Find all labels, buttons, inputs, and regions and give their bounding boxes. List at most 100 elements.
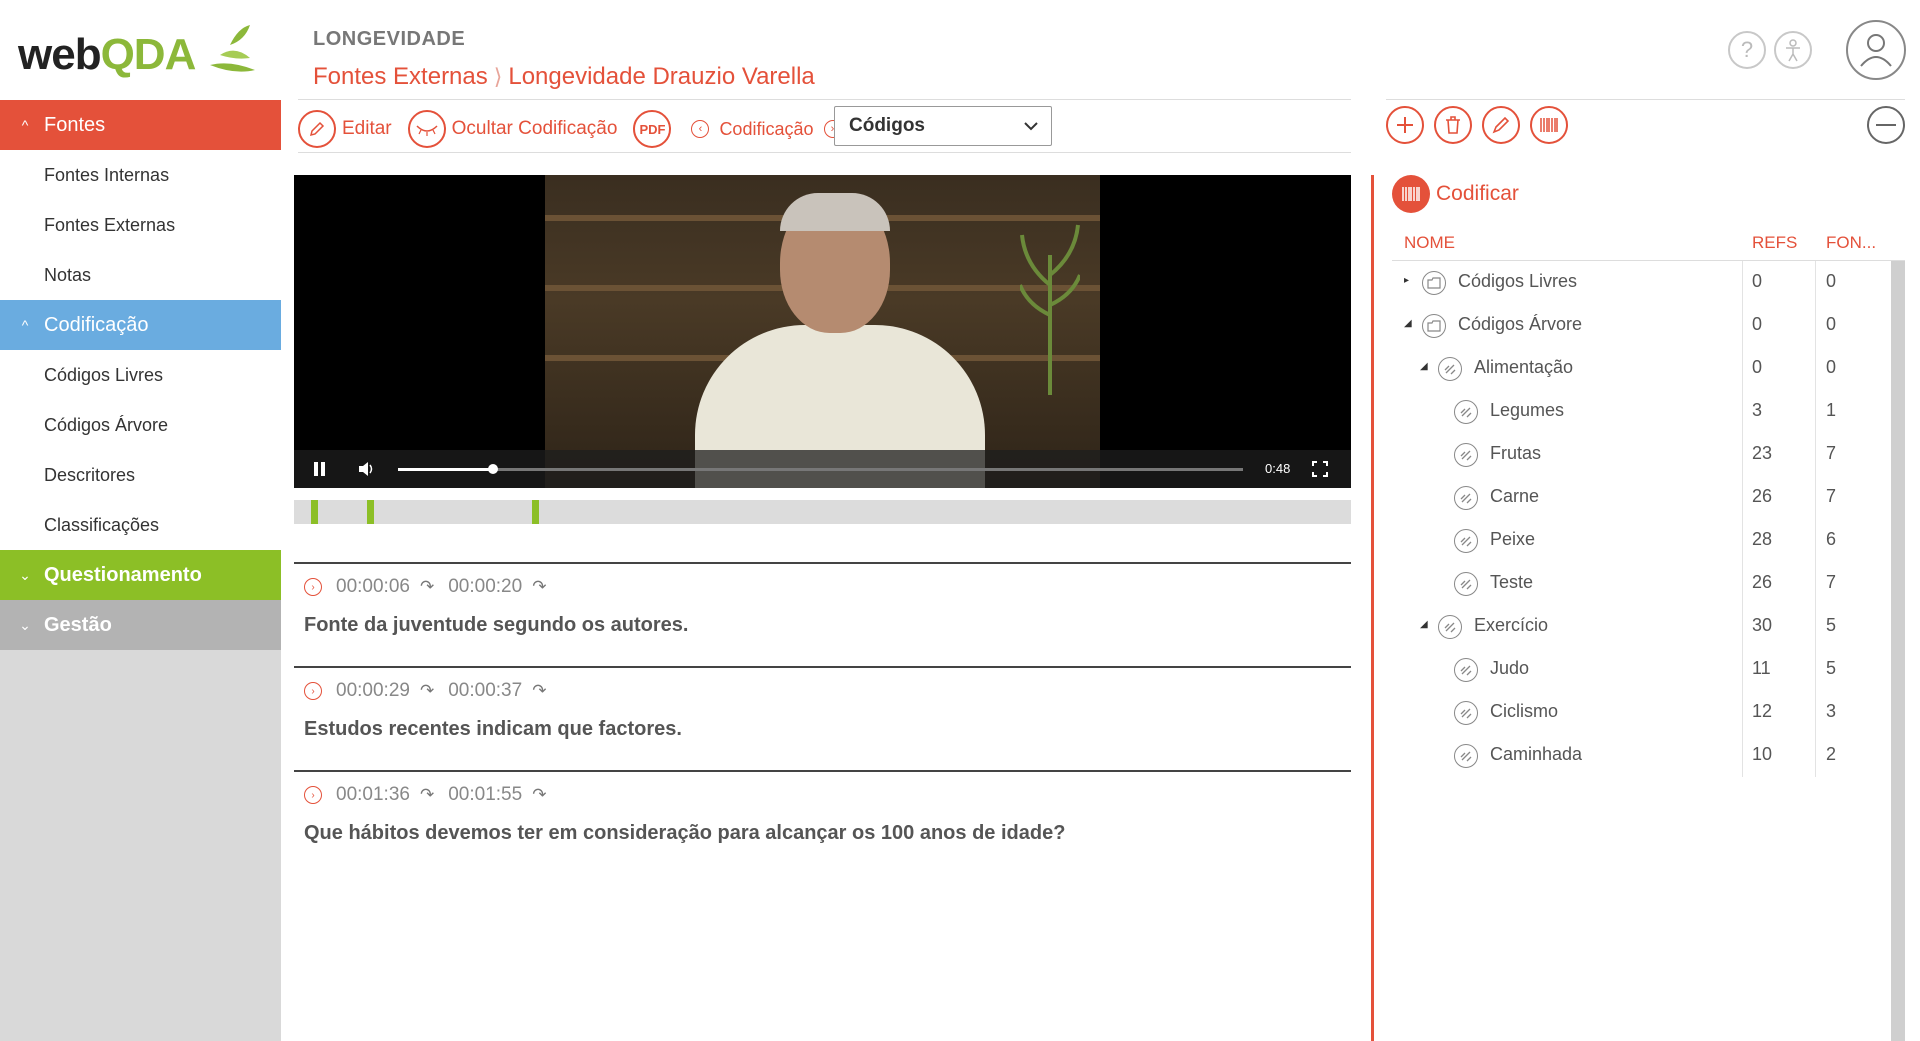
video-player[interactable]: 0:48 [294,175,1351,488]
code-row[interactable]: Legumes 3 1 [1392,390,1905,433]
nav-sub-codificacao: Códigos Livres Códigos Árvore Descritore… [0,350,281,550]
column-header-name[interactable]: NOME [1404,233,1455,253]
breadcrumb: Fontes Externas ⟩ Longevidade Drauzio Va… [313,63,815,91]
coding-timeline[interactable] [294,500,1351,524]
code-row[interactable]: Caminhada 10 2 [1392,734,1905,777]
sidebar-item-descritores[interactable]: Descritores [0,450,281,500]
code-row[interactable]: Ciclismo 12 3 [1392,691,1905,734]
segment-end: 00:00:37 [448,680,523,701]
sidebar-item-codigos-livres[interactable]: Códigos Livres [0,350,281,400]
code-refs: 26 [1752,572,1773,592]
top-icons: ? [1728,20,1906,80]
segment-item[interactable]: › 00:00:29 ↷ 00:00:37 ↷ Estudos recentes… [294,666,1351,770]
nav-section-questionamento[interactable]: ⌄ Questionamento [0,550,281,600]
add-icon[interactable] [1386,106,1424,144]
accessibility-icon[interactable] [1774,31,1812,69]
pause-icon[interactable] [314,462,326,476]
column-header-fontes[interactable]: FON... [1826,233,1876,253]
timeline-code-mark[interactable] [310,500,318,524]
code-refs: 28 [1752,529,1773,549]
volume-icon[interactable] [358,461,376,477]
expanded-toggle-icon[interactable]: ◢ [1420,619,1428,630]
hide-coding-label: Ocultar Codificação [451,118,618,139]
segment-item[interactable]: › 00:01:36 ↷ 00:01:55 ↷ Que hábitos deve… [294,770,1351,874]
column-header-refs[interactable]: REFS [1752,233,1797,253]
logo: webQDA [18,30,197,80]
sidebar: webQDA ^ Fontes Fontes Internas Fontes E… [0,0,281,1041]
nav-section-label: Gestão [44,613,112,636]
nav-section-label: Codificação [44,313,149,336]
nav-sub-fontes: Fontes Internas Fontes Externas Notas [0,150,281,300]
timeline-code-mark[interactable] [366,500,374,524]
code-fontes: 6 [1826,529,1837,549]
sidebar-item-fontes-internas[interactable]: Fontes Internas [0,150,281,200]
code-link-icon [1454,529,1478,553]
nav-section-gestao[interactable]: ⌄ Gestão [0,600,281,650]
user-avatar-icon[interactable] [1846,20,1906,80]
segment-item[interactable]: › 00:00:06 ↷ 00:00:20 ↷ Fonte da juventu… [294,562,1351,666]
trash-icon[interactable] [1434,106,1472,144]
code-refs: 3 [1752,400,1763,420]
breadcrumb-item-fontes-externas[interactable]: Fontes Externas [313,63,488,91]
toolbar-divider [298,152,1351,153]
code-name: Legumes [1490,400,1565,420]
expanded-toggle-icon[interactable]: ◢ [1420,361,1428,372]
code-row[interactable]: ◢ Alimentação 0 0 [1392,347,1905,390]
barcode-icon[interactable] [1530,106,1568,144]
code-fontes: 7 [1826,443,1837,463]
logo-text-accent: QDA [100,30,197,79]
nav-section-fontes[interactable]: ^ Fontes [0,100,281,150]
code-fontes: 5 [1826,615,1837,635]
header-divider-right [1386,99,1905,100]
code-name: Frutas [1490,443,1542,463]
code-row[interactable]: ◢ Exercício 30 5 [1392,605,1905,648]
code-refs: 26 [1752,486,1773,506]
sidebar-item-codigos-arvore[interactable]: Códigos Árvore [0,400,281,450]
code-row[interactable]: Carne 26 7 [1392,476,1905,519]
seek-handle[interactable] [488,464,499,474]
code-row[interactable]: Peixe 28 6 [1392,519,1905,562]
scrollbar[interactable] [1891,261,1905,1041]
chevron-left-icon[interactable]: ‹ [691,120,710,138]
help-icon[interactable]: ? [1728,31,1766,69]
collapse-icon[interactable] [1867,106,1905,144]
logo-text-main: web [18,30,102,79]
code-row[interactable]: ◢ Códigos Árvore 0 0 [1392,304,1905,347]
nav-section-codificacao[interactable]: ^ Codificação [0,300,281,350]
code-row[interactable]: Judo 11 5 [1392,648,1905,691]
pdf-button[interactable]: PDF [633,110,677,148]
collapsed-toggle-icon[interactable]: ▸ [1404,275,1409,286]
code-row[interactable]: ▸ Códigos Livres 0 0 [1392,261,1905,304]
play-segment-icon[interactable]: › [304,682,322,700]
code-fontes: 1 [1826,400,1837,420]
codes-select[interactable]: Códigos [834,106,1052,146]
timeline-code-mark[interactable] [531,500,539,524]
seek-bar[interactable] [398,464,1243,474]
chevron-up-icon: ^ [21,117,29,133]
play-segment-icon[interactable]: › [304,786,322,804]
code-link-icon [1454,486,1478,510]
expanded-toggle-icon[interactable]: ◢ [1404,318,1412,329]
hide-coding-button[interactable]: Ocultar Codificação [407,110,618,148]
segment-start: 00:01:36 [336,784,410,805]
code-fontes: 7 [1826,572,1837,592]
segment-times: › 00:01:36 ↷ 00:01:55 ↷ [304,784,560,806]
chevron-up-icon: ^ [21,317,29,333]
code-row[interactable]: Teste 26 7 [1392,562,1905,605]
code-row[interactable]: Frutas 23 7 [1392,433,1905,476]
sidebar-item-notas[interactable]: Notas [0,250,281,300]
codify-button[interactable]: Codificar [1392,175,1519,213]
plant-icon [1020,224,1080,395]
fullscreen-icon[interactable] [1312,461,1328,477]
code-name: Teste [1490,572,1534,592]
code-refs: 23 [1752,443,1773,463]
sidebar-item-classificacoes[interactable]: Classificações [0,500,281,550]
code-link-icon [1454,572,1478,596]
sidebar-item-fontes-externas[interactable]: Fontes Externas [0,200,281,250]
edit-button[interactable]: Editar [298,110,392,148]
barcode-icon [1392,175,1430,213]
folder-icon [1422,271,1446,295]
play-segment-icon[interactable]: › [304,578,322,596]
pencil-icon [298,110,336,148]
edit-code-icon[interactable] [1482,106,1520,144]
